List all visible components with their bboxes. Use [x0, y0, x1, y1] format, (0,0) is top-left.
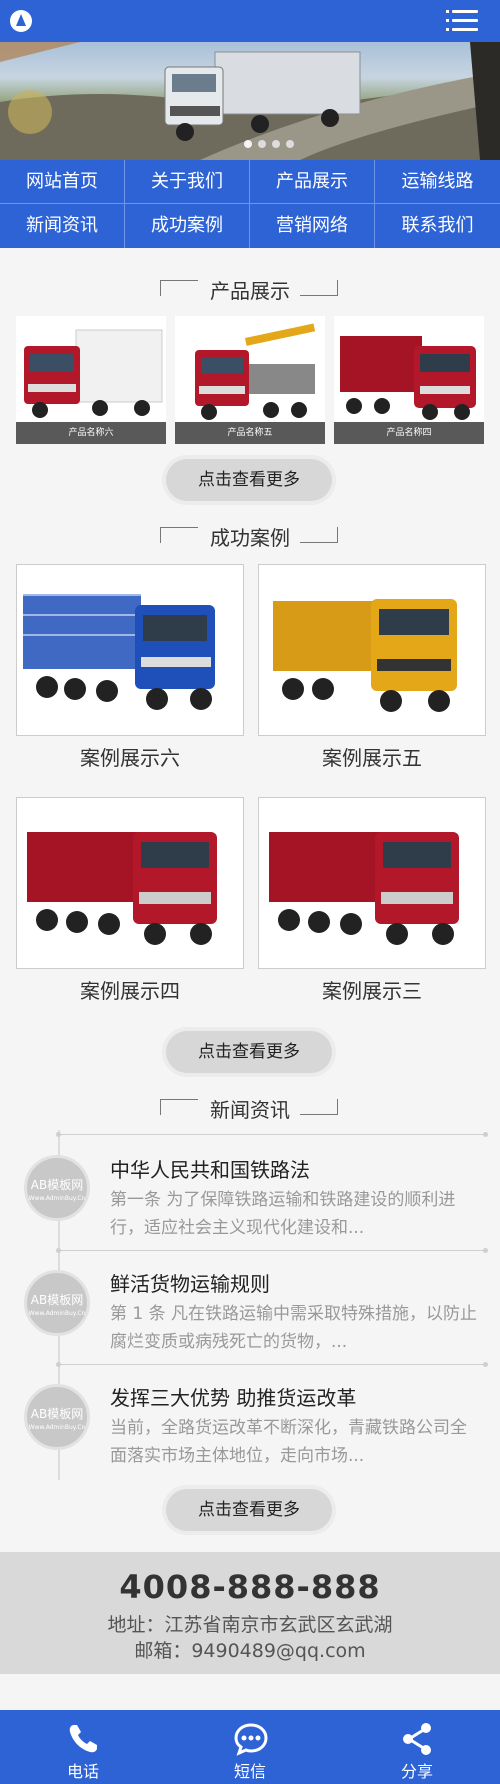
news-divider — [56, 1362, 488, 1367]
case-name[interactable]: 案例展示四 — [16, 975, 244, 1004]
nav-item-news[interactable]: 新闻资讯 — [0, 204, 125, 248]
nav-item-network[interactable]: 营销网络 — [250, 204, 375, 248]
product-card[interactable]: 产品名称六 — [16, 316, 166, 444]
banner-dot[interactable] — [272, 140, 280, 148]
products-more-button[interactable]: 点击查看更多 — [166, 459, 332, 501]
case-card[interactable] — [258, 797, 486, 969]
news-title[interactable]: 中华人民共和国铁路法 — [110, 1154, 310, 1183]
logo-icon[interactable] — [10, 10, 32, 32]
nav-item-routes[interactable]: 运输线路 — [375, 160, 500, 204]
news-title[interactable]: 发挥三大优势 助推货运改革 — [110, 1382, 356, 1411]
share-label: 分享 — [400, 1762, 433, 1781]
nav-item-products[interactable]: 产品展示 — [250, 160, 375, 204]
news-summary: 第一条 为了保障铁路运输和铁路建设的顺利进行，适应社会主义现代化建设和... — [110, 1190, 456, 1238]
hotline-number[interactable]: 4008-888-888 — [0, 1568, 500, 1606]
case-truck-image — [27, 832, 217, 945]
sms-icon — [234, 1723, 268, 1756]
banner-pagination[interactable] — [244, 140, 294, 148]
news-title[interactable]: 鲜活货物运输规则 — [110, 1268, 270, 1297]
news-thumbnail[interactable]: AB模板网 Www.AdminBuy.Cn — [24, 1155, 90, 1221]
news-section-title: 新闻资讯 — [0, 1095, 500, 1125]
case-name[interactable]: 案例展示六 — [16, 742, 244, 771]
address-text: 地址：江苏省南京市玄武区玄武湖 — [107, 1614, 393, 1636]
contact-info: 4008-888-888 地址：江苏省南京市玄武区玄武湖 邮箱：9490489@… — [0, 1552, 500, 1674]
products-section-title: 产品展示 — [0, 276, 500, 306]
call-label: 电话 — [66, 1762, 99, 1781]
hero-banner[interactable] — [0, 42, 500, 160]
product-name: 产品名称六 — [16, 422, 166, 444]
bottom-toolbar: 电话 短信 分享 — [0, 1710, 500, 1784]
sms-button[interactable]: 短信 — [167, 1710, 333, 1784]
banner-dot[interactable] — [244, 140, 252, 148]
news-more-button[interactable]: 点击查看更多 — [166, 1489, 332, 1531]
top-header — [0, 0, 500, 42]
share-icon — [403, 1723, 431, 1755]
nav-item-about[interactable]: 关于我们 — [125, 160, 250, 204]
product-name: 产品名称四 — [334, 422, 484, 444]
news-divider — [56, 1132, 488, 1137]
sms-label: 短信 — [233, 1762, 266, 1781]
cases-section-title: 成功案例 — [0, 523, 500, 553]
nav-item-contact[interactable]: 联系我们 — [375, 204, 500, 248]
case-card[interactable] — [16, 797, 244, 969]
news-summary: 当前，全路货运改革不断深化，青藏铁路公司全面落实市场主体地位，走向市场... — [110, 1418, 467, 1466]
case-truck-image — [23, 594, 215, 710]
case-card[interactable] — [258, 564, 486, 736]
nav-item-home[interactable]: 网站首页 — [0, 160, 125, 204]
cases-more-button[interactable]: 点击查看更多 — [166, 1031, 332, 1073]
news-thumbnail[interactable]: AB模板网 Www.AdminBuy.Cn — [24, 1384, 90, 1450]
case-name[interactable]: 案例展示五 — [258, 742, 486, 771]
menu-icon[interactable] — [446, 8, 478, 34]
news-thumbnail[interactable]: AB模板网 Www.AdminBuy.Cn — [24, 1270, 90, 1336]
email-text: 邮箱：9490489@qq.com — [134, 1640, 366, 1662]
share-button[interactable]: 分享 — [334, 1710, 500, 1784]
case-truck-image — [269, 832, 459, 945]
call-button[interactable]: 电话 — [0, 1710, 166, 1784]
banner-dot[interactable] — [286, 140, 294, 148]
product-card[interactable]: 产品名称五 — [175, 316, 325, 444]
news-divider — [56, 1248, 488, 1253]
main-nav: 网站首页 关于我们 产品展示 运输线路 新闻资讯 成功案例 营销网络 联系我们 — [0, 160, 500, 248]
phone-icon — [69, 1725, 97, 1753]
news-summary: 第 1 条 凡在铁路运输中需采取特殊措施，以防止腐烂变质或病残死亡的货物，... — [110, 1304, 478, 1352]
case-truck-image — [273, 599, 457, 712]
case-name[interactable]: 案例展示三 — [258, 975, 486, 1004]
nav-item-cases[interactable]: 成功案例 — [125, 204, 250, 248]
product-card[interactable]: 产品名称四 — [334, 316, 484, 444]
product-name: 产品名称五 — [175, 422, 325, 444]
banner-dot[interactable] — [258, 140, 266, 148]
case-card[interactable] — [16, 564, 244, 736]
